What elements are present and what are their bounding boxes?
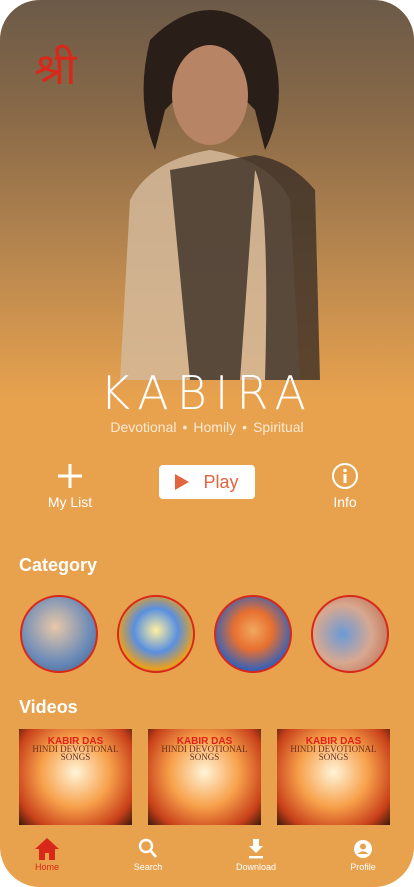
profile-icon bbox=[354, 840, 372, 858]
category-heading: Category bbox=[19, 555, 98, 575]
app-logo[interactable]: श्री bbox=[30, 36, 86, 98]
info-icon bbox=[332, 463, 358, 489]
tag: Homily bbox=[193, 419, 237, 435]
category-item-ganesha[interactable] bbox=[214, 595, 292, 673]
app-screen: श्री KABIRA Devotional • Homily • Spiritual … bbox=[0, 0, 414, 887]
tag: Spiritual bbox=[253, 419, 304, 435]
info-button[interactable]: Info bbox=[315, 462, 375, 510]
my-list-label: My List bbox=[47, 494, 93, 510]
nav-home[interactable]: Home bbox=[7, 838, 87, 872]
category-item-krishna[interactable] bbox=[311, 595, 389, 673]
artist-image bbox=[120, 10, 320, 380]
videos-heading: Videos bbox=[19, 697, 78, 717]
hero-title: KABIRA bbox=[99, 366, 315, 420]
video-subtitle: HINDI DEVOTIONAL SONGS bbox=[290, 744, 377, 762]
nav-label: Search bbox=[133, 862, 163, 872]
download-icon bbox=[249, 839, 263, 859]
nav-label: Home bbox=[34, 862, 59, 872]
svg-text:श्री: श्री bbox=[34, 44, 78, 95]
search-icon bbox=[138, 838, 157, 858]
nav-label: Profile bbox=[350, 862, 376, 872]
plus-icon bbox=[58, 464, 82, 488]
play-button[interactable]: Play bbox=[159, 465, 255, 499]
video-thumbnail[interactable]: KABIR DAS HINDI DEVOTIONAL SONGS bbox=[277, 729, 390, 825]
video-subtitle: HINDI DEVOTIONAL SONGS bbox=[32, 744, 119, 762]
hero-tags: Devotional • Homily • Spiritual bbox=[110, 419, 304, 435]
nav-label: Download bbox=[235, 862, 277, 872]
tag: Devotional bbox=[110, 419, 177, 435]
home-icon bbox=[35, 838, 59, 860]
category-item-rama[interactable] bbox=[117, 595, 195, 673]
nav-profile[interactable]: Profile bbox=[323, 838, 403, 872]
video-subtitle: HINDI DEVOTIONAL SONGS bbox=[161, 744, 248, 762]
video-thumbnail[interactable]: KABIR DAS HINDI DEVOTIONAL SONGS bbox=[19, 729, 132, 825]
info-label: Info bbox=[333, 494, 357, 510]
video-thumbnail[interactable]: KABIR DAS HINDI DEVOTIONAL SONGS bbox=[148, 729, 261, 825]
my-list-button[interactable]: My List bbox=[40, 462, 100, 510]
play-label: Play bbox=[203, 471, 239, 492]
category-item-shiva[interactable] bbox=[20, 595, 98, 673]
nav-download[interactable]: Download bbox=[216, 838, 296, 872]
play-icon bbox=[175, 474, 190, 490]
nav-search[interactable]: Search bbox=[108, 838, 188, 872]
